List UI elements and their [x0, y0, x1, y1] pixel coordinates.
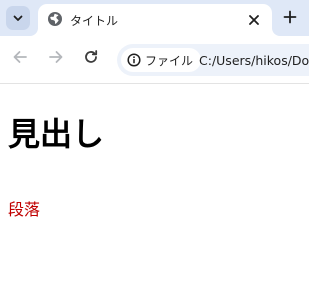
url-text: C:/Users/hikos/Do: [199, 53, 309, 68]
close-icon[interactable]: [244, 10, 264, 30]
plus-icon: [283, 9, 297, 28]
page-heading: 見出し: [8, 115, 105, 153]
new-tab-button[interactable]: [278, 6, 302, 30]
page-paragraph: 段落: [8, 200, 41, 219]
browser-toolbar: ファイル C:/Users/hikos/Do: [0, 36, 309, 84]
address-bar[interactable]: ファイル C:/Users/hikos/Do: [117, 44, 309, 76]
arrow-left-icon: [12, 49, 28, 69]
tab-active[interactable]: タイトル: [38, 4, 272, 36]
back-button[interactable]: [9, 48, 31, 70]
site-info-chip[interactable]: ファイル: [121, 48, 202, 72]
tab-search-button[interactable]: [6, 6, 30, 30]
tab-strip: タイトル: [0, 0, 309, 36]
arrow-right-icon: [48, 49, 64, 69]
reload-button[interactable]: [80, 48, 102, 70]
globe-icon: [47, 11, 63, 27]
site-chip-label: ファイル: [145, 53, 194, 68]
browser-window: タイトル ファイル C:/Users/hikos/Do 見出し 段落: [0, 0, 309, 291]
tab-title: タイトル: [70, 14, 119, 28]
chevron-down-icon: [12, 9, 24, 28]
page-content: 見出し 段落: [0, 84, 309, 291]
forward-button[interactable]: [45, 48, 67, 70]
reload-icon: [83, 49, 99, 69]
info-icon: [127, 53, 141, 67]
